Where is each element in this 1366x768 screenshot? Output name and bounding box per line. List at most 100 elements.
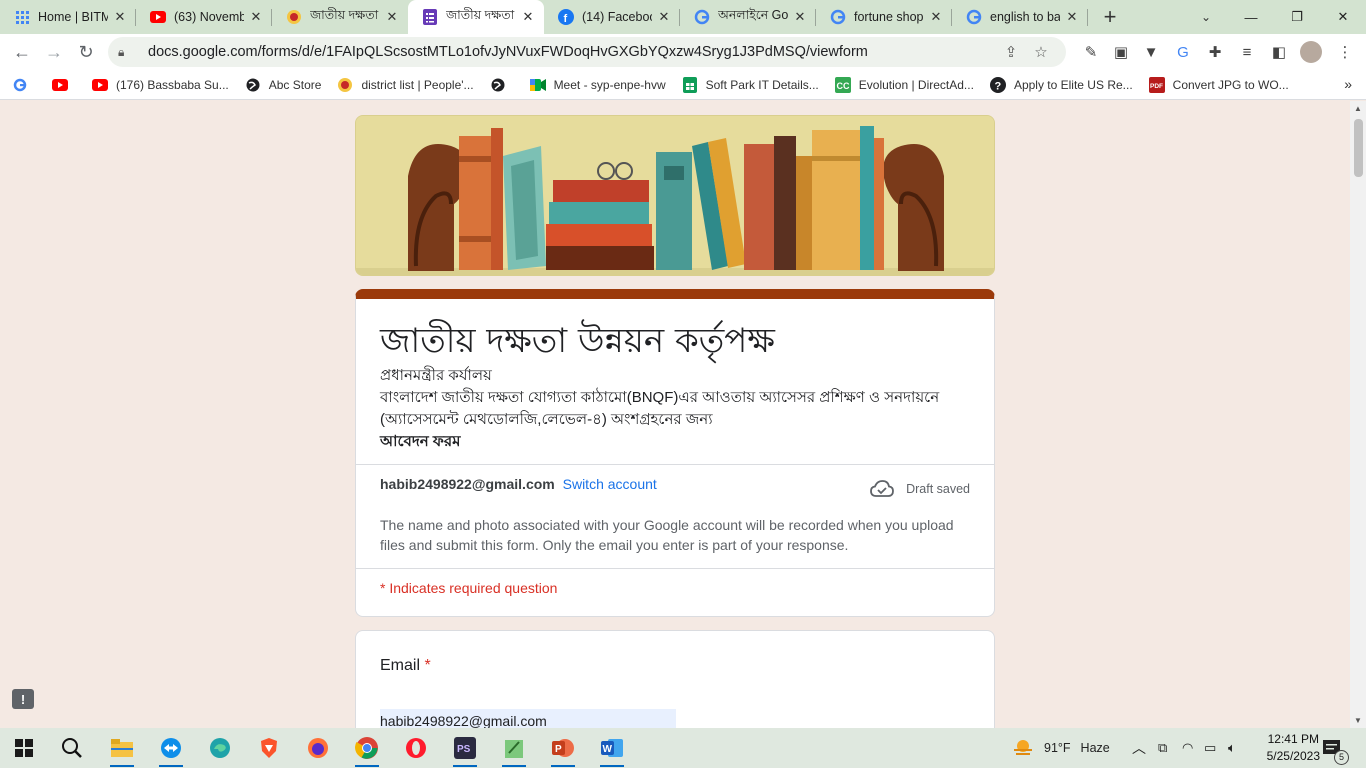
- media-control-icon[interactable]: ≡: [1232, 34, 1262, 70]
- close-icon[interactable]: ✕: [248, 9, 264, 25]
- meet-now-icon[interactable]: ⧉: [1158, 728, 1167, 768]
- show-hidden-icons-chevron-icon[interactable]: ︿: [1132, 728, 1146, 768]
- close-icon[interactable]: ✕: [656, 9, 672, 25]
- battery-icon[interactable]: ▭: [1204, 728, 1216, 768]
- close-icon[interactable]: ✕: [384, 9, 400, 25]
- account-email: habib2498922@gmail.com: [380, 476, 555, 492]
- pdf-icon: PDF: [1148, 76, 1165, 93]
- bookmark-convert-jpg[interactable]: PDF Convert JPG to WO...: [1148, 76, 1289, 93]
- powerpoint-icon[interactable]: P: [539, 728, 587, 768]
- close-icon[interactable]: ✕: [112, 9, 128, 25]
- desc-line-purpose: বাংলাদেশ জাতীয় দক্ষতা যোগ্যতা কাঠামো(BN…: [380, 389, 940, 428]
- tab-fortune-shop[interactable]: fortune shop ✕: [816, 0, 952, 34]
- close-icon[interactable]: ✕: [928, 9, 944, 25]
- bookmark-globe[interactable]: [490, 77, 514, 93]
- firefox-icon[interactable]: [294, 728, 342, 768]
- google-icon: [966, 9, 982, 25]
- vpn-extension-icon[interactable]: ▼: [1136, 34, 1166, 70]
- tab-english-to-bangla[interactable]: english to ba ✕: [952, 0, 1088, 34]
- bookmark-district-list[interactable]: district list | People'...: [337, 77, 474, 93]
- account-row: habib2498922@gmail.com Switch account: [380, 476, 657, 492]
- bookmarks-bar: (176) Bassbaba Su... Abc Store district …: [0, 70, 1366, 100]
- bookmark-apply-elite[interactable]: ? Apply to Elite US Re...: [989, 76, 1133, 93]
- side-panel-icon[interactable]: ◧: [1264, 34, 1294, 70]
- tab-strip: Home | BITM ✕ (63) November ✕ জাতীয় দক্…: [0, 0, 1366, 34]
- minimize-icon[interactable]: —: [1228, 0, 1274, 34]
- bookmark-meet[interactable]: Meet - syp-enpe-hvw: [529, 77, 666, 93]
- bookmark-google[interactable]: [12, 77, 36, 93]
- volume-icon[interactable]: 🔈︎: [1228, 728, 1236, 768]
- tab-google-online[interactable]: অনলাইনে Go ✕: [680, 0, 816, 34]
- form-header-card: জাতীয় দক্ষতা উন্নয়ন কর্তৃপক্ষ প্রধানমন…: [355, 289, 995, 617]
- required-indicator-note: * Indicates required question: [380, 580, 558, 596]
- page-scrollbar[interactable]: ▲ ▼: [1350, 101, 1366, 728]
- close-icon[interactable]: ✕: [520, 9, 536, 25]
- tab-jatiyo-dokkhota-1[interactable]: জাতীয় দক্ষতা ✕: [272, 0, 408, 34]
- switch-account-link[interactable]: Switch account: [563, 476, 657, 492]
- youtube-icon: [52, 77, 68, 93]
- pen-extension-icon[interactable]: ✎: [1076, 34, 1106, 70]
- bookmark-label: district list | People'...: [361, 77, 474, 92]
- more-bookmarks-chevron-icon[interactable]: »: [1344, 76, 1352, 92]
- bookmark-label: (176) Bassbaba Su...: [116, 77, 229, 92]
- scroll-up-icon[interactable]: ▲: [1354, 104, 1362, 113]
- browser-toolbar: ← → ↻ 🔒︎ docs.google.com/forms/d/e/1FAIp…: [0, 34, 1366, 70]
- tab-youtube-november[interactable]: (63) November ✕: [136, 0, 272, 34]
- url-text[interactable]: docs.google.com/forms/d/e/1FAIpQLScsostM…: [148, 44, 996, 60]
- forward-arrow-icon[interactable]: →: [38, 36, 70, 68]
- translate-extension-icon[interactable]: G: [1168, 34, 1198, 70]
- bookmark-star-icon[interactable]: ☆: [1026, 43, 1056, 61]
- bookmark-evolution[interactable]: CC Evolution | DirectAd...: [834, 76, 974, 93]
- svg-text:?: ?: [994, 80, 1001, 92]
- kebab-menu-icon[interactable]: ⋮: [1330, 34, 1360, 70]
- restore-icon[interactable]: ❐: [1274, 0, 1320, 34]
- bd-emblem-icon: [286, 9, 302, 25]
- address-bar[interactable]: 🔒︎ docs.google.com/forms/d/e/1FAIpQLScso…: [108, 37, 1066, 67]
- back-arrow-icon[interactable]: ←: [6, 36, 38, 68]
- bookmark-soft-park[interactable]: Soft Park IT Details...: [682, 76, 819, 93]
- word-icon[interactable]: W: [588, 728, 636, 768]
- tab-search-chevron-icon[interactable]: ⌄: [1193, 0, 1219, 34]
- report-issue-icon[interactable]: !: [12, 689, 34, 709]
- opera-icon[interactable]: [392, 728, 440, 768]
- tab-jatiyo-dokkhota-active[interactable]: জাতীয় দক্ষতা ✕: [408, 0, 544, 34]
- svg-text:CC: CC: [836, 81, 849, 91]
- teamviewer-icon[interactable]: [147, 728, 195, 768]
- bookmark-bassbaba[interactable]: (176) Bassbaba Su...: [92, 77, 229, 93]
- brave-icon[interactable]: [245, 728, 293, 768]
- tab-title: (63) November: [174, 10, 244, 24]
- search-icon[interactable]: [48, 728, 96, 768]
- bookmark-youtube[interactable]: [52, 77, 76, 93]
- meet-icon: [529, 77, 546, 93]
- file-explorer-icon[interactable]: [98, 728, 146, 768]
- youtube-icon: [92, 77, 108, 93]
- weather-widget[interactable]: 91°F Haze: [1012, 728, 1110, 768]
- bookmark-abc-store[interactable]: Abc Store: [245, 77, 321, 93]
- tab-facebook[interactable]: f (14) Facebook ✕: [544, 0, 680, 34]
- notepad-icon[interactable]: [490, 728, 538, 768]
- edge-icon[interactable]: [196, 728, 244, 768]
- close-window-icon[interactable]: ✕: [1320, 0, 1366, 34]
- system-clock[interactable]: 12:41 PM 5/25/2023: [1267, 731, 1320, 765]
- new-tab-button[interactable]: +: [1088, 0, 1132, 34]
- share-icon[interactable]: ⇪: [996, 43, 1026, 61]
- close-icon[interactable]: ✕: [1064, 9, 1080, 25]
- puzzle-extensions-icon[interactable]: ✚: [1200, 34, 1230, 70]
- screenshot-extension-icon[interactable]: ▣: [1106, 34, 1136, 70]
- email-field[interactable]: habib2498922@gmail.com: [380, 709, 676, 728]
- avatar[interactable]: [1296, 34, 1326, 70]
- google-icon: [694, 9, 710, 25]
- wifi-icon[interactable]: ◠: [1182, 728, 1193, 768]
- notification-center-icon[interactable]: 5: [1322, 728, 1349, 768]
- scrollbar-thumb[interactable]: [1354, 119, 1363, 177]
- lock-icon: 🔒︎: [118, 44, 125, 59]
- chrome-icon[interactable]: [343, 728, 391, 768]
- scroll-down-icon[interactable]: ▼: [1354, 716, 1362, 725]
- facebook-icon: f: [558, 9, 574, 25]
- tab-home-bitm[interactable]: Home | BITM ✕: [0, 0, 136, 34]
- windows-start-icon[interactable]: [0, 728, 48, 768]
- reload-icon[interactable]: ↻: [70, 36, 102, 68]
- photoshop-icon[interactable]: PS: [441, 728, 489, 768]
- sheets-icon: [682, 76, 698, 93]
- close-icon[interactable]: ✕: [792, 9, 808, 25]
